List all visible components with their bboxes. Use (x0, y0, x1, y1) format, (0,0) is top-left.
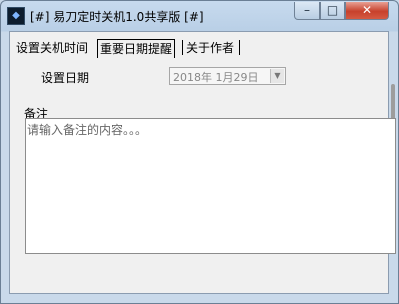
notes-placeholder: 请输入备注的内容。。。 (27, 123, 148, 137)
window-title: [#] 易刀定时关机1.0共享版 [#] (30, 10, 204, 24)
date-label: 设置日期 (41, 71, 90, 85)
minimize-button[interactable]: – (294, 2, 320, 20)
tab-set-shutdown-time[interactable]: 设置关机时间 (16, 39, 88, 57)
tab-divider (182, 40, 183, 55)
title-bar[interactable]: ◆ [#] 易刀定时关机1.0共享版 [#] – □ ✕ (1, 1, 398, 31)
maximize-button[interactable]: □ (320, 2, 345, 20)
tab-important-date-reminder[interactable]: 重要日期提醒 (97, 39, 176, 58)
main-panel: 设置关机时间 重要日期提醒 关于作者 设置日期 2018年 1月29日 ▼ 备注… (9, 31, 396, 294)
date-value: 2018年 1月29日 (173, 71, 259, 84)
app-icon: ◆ (7, 7, 25, 25)
date-picker[interactable]: 2018年 1月29日 ▼ (169, 67, 286, 85)
notes-textarea[interactable]: 请输入备注的内容。。。 (25, 118, 396, 254)
tab-about-author[interactable]: 关于作者 (186, 39, 234, 57)
close-button[interactable]: ✕ (345, 2, 389, 20)
chevron-down-icon[interactable]: ▼ (270, 69, 284, 83)
tab-divider (239, 40, 240, 55)
app-window: ◆ [#] 易刀定时关机1.0共享版 [#] – □ ✕ 设置关机时间 重要日期… (0, 0, 399, 304)
